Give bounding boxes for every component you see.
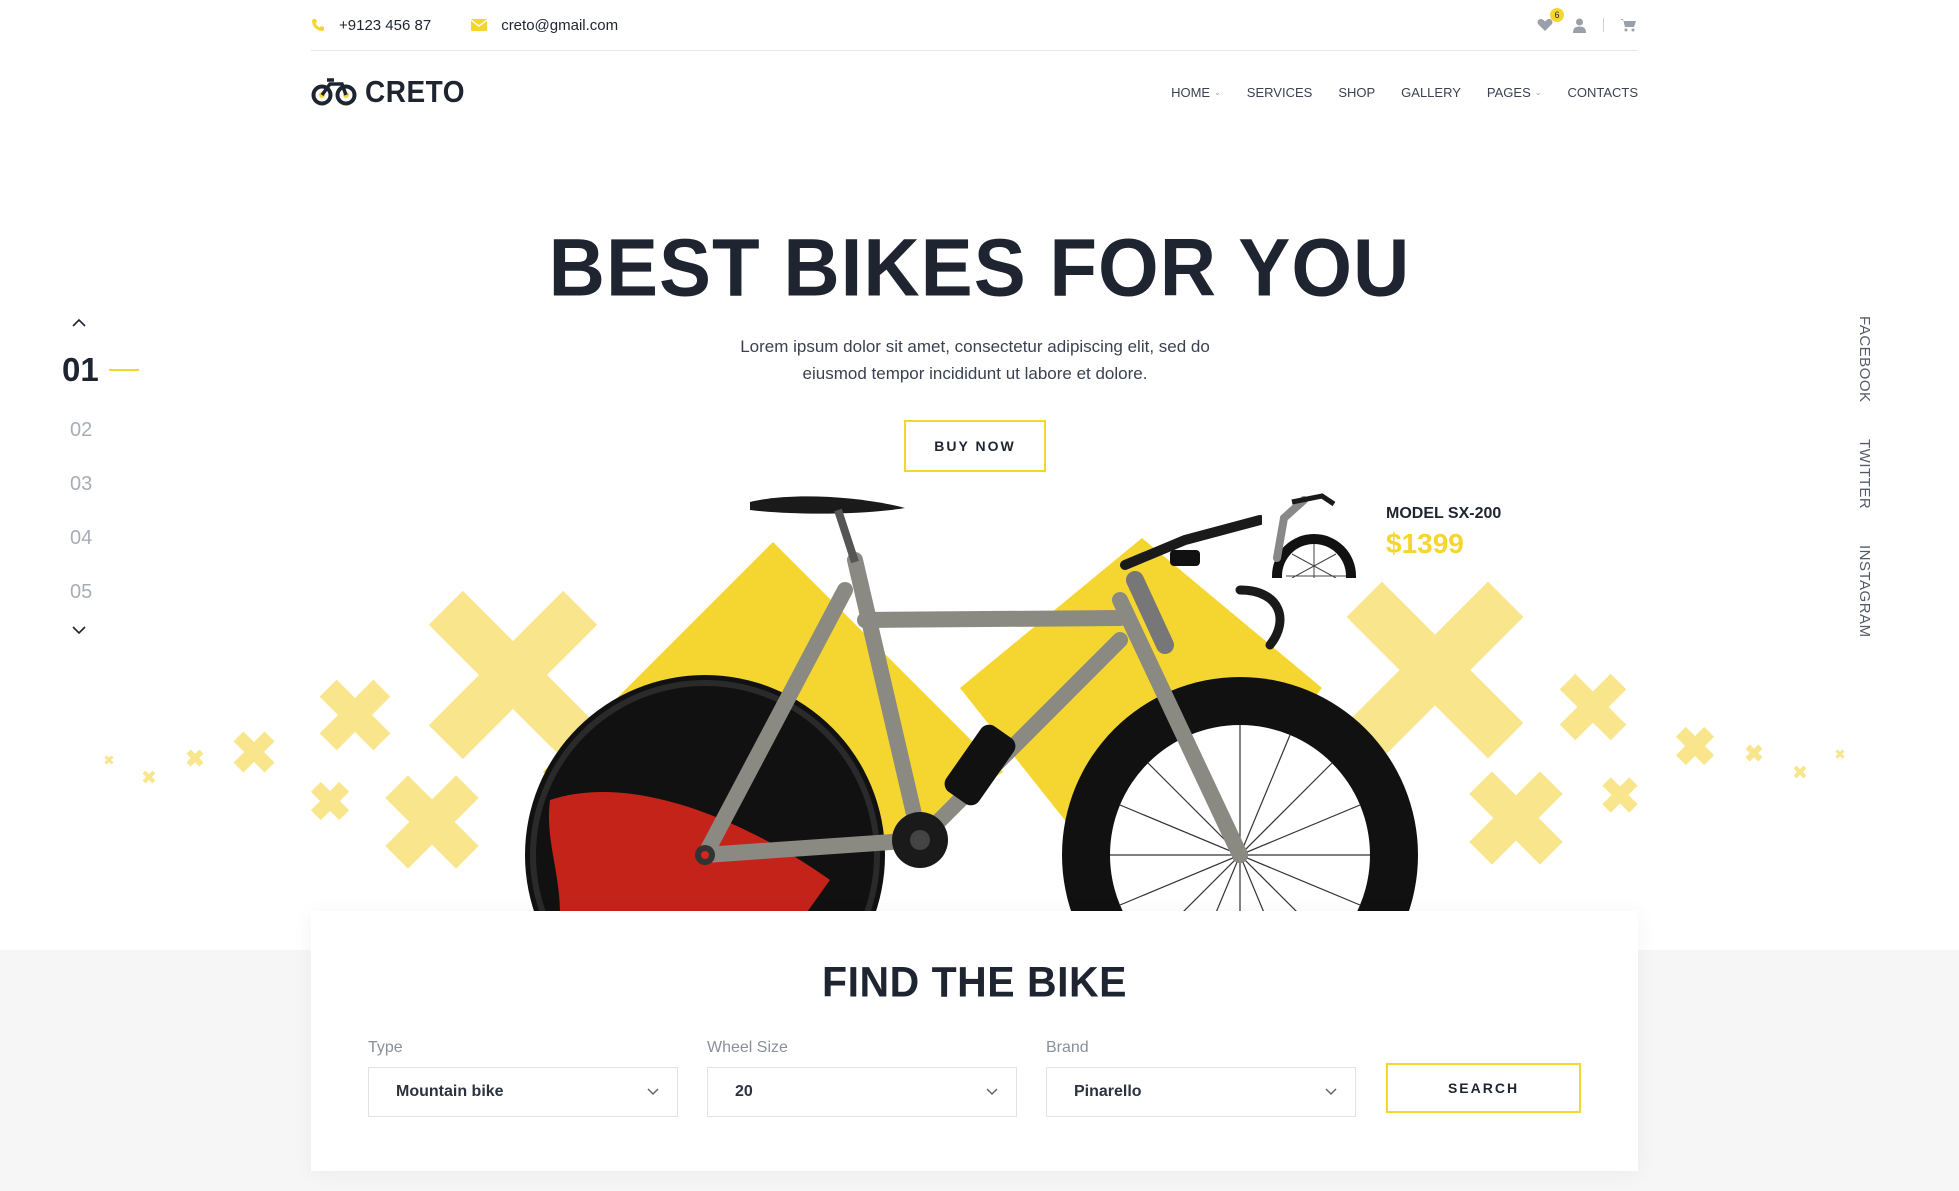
nav-home[interactable]: HOME ⌄: [1171, 85, 1221, 100]
brand-field: Brand Pinarello: [1046, 1039, 1356, 1117]
main-nav: HOME ⌄ SERVICES SHOP GALLERY PAGES ⌄ CON…: [1171, 85, 1638, 100]
chevron-down-icon: [1325, 1088, 1337, 1096]
brand-select[interactable]: Pinarello: [1046, 1067, 1356, 1117]
nav-label: PAGES: [1486, 84, 1531, 100]
wheel-size-value: 20: [735, 1083, 753, 1100]
user-icon: [1572, 18, 1586, 33]
email-address: creto@gmail.com: [501, 16, 619, 34]
wishlist-count-badge: 6: [1550, 8, 1564, 22]
chevron-down-icon: ⌄: [1214, 87, 1221, 97]
divider: [1603, 18, 1604, 32]
cart-icon: [1620, 19, 1636, 32]
type-value: Mountain bike: [396, 1083, 504, 1100]
model-card[interactable]: MODEL SX-200 $1399: [1262, 488, 1560, 578]
top-bar: +9123 456 87 creto@gmail.com 6: [311, 0, 1638, 51]
slide-number[interactable]: 02: [70, 419, 150, 442]
search-button[interactable]: SEARCH: [1386, 1063, 1581, 1113]
facebook-link[interactable]: FACEBOOK: [1856, 316, 1873, 403]
hero-title: BEST BIKES FOR YOU: [548, 220, 1411, 314]
nav-gallery[interactable]: GALLERY: [1401, 85, 1461, 100]
type-field: Type Mountain bike: [368, 1039, 678, 1117]
chevron-up-icon[interactable]: [69, 313, 89, 333]
model-name: MODEL SX-200: [1386, 505, 1502, 522]
nav-label: CONTACTS: [1567, 84, 1638, 100]
nav-services[interactable]: SERVICES: [1247, 85, 1313, 100]
main-header: CRETO HOME ⌄ SERVICES SHOP GALLERY PAGES…: [311, 72, 1638, 112]
finder-title: FIND THE BIKE: [822, 957, 1127, 1007]
page: +9123 456 87 creto@gmail.com 6 CRETO HOM…: [0, 0, 1959, 1191]
type-label: Type: [368, 1039, 403, 1056]
wheel-size-field: Wheel Size 20: [707, 1039, 1017, 1117]
nav-label: SHOP: [1338, 84, 1376, 100]
logo[interactable]: CRETO: [311, 74, 465, 109]
type-select[interactable]: Mountain bike: [368, 1067, 678, 1117]
hero-illustration: [104, 496, 1845, 915]
hero-description: Lorem ipsum dolor sit amet, consectetur …: [740, 337, 1210, 383]
bike-finder: FIND THE BIKE Type Mountain bike Wheel S…: [311, 911, 1638, 1171]
account-button[interactable]: [1569, 16, 1589, 34]
brand-value: Pinarello: [1074, 1083, 1142, 1100]
bicycle-logo-icon: [311, 78, 357, 106]
chevron-down-icon: [647, 1088, 659, 1096]
logo-text: CRETO: [365, 74, 465, 109]
chevron-down-icon: [986, 1088, 998, 1096]
model-price: $1399: [1386, 528, 1464, 559]
top-icons: 6: [1535, 8, 1638, 34]
slide-number-active[interactable]: 01: [62, 351, 150, 389]
nav-contacts[interactable]: CONTACTS: [1567, 85, 1638, 100]
cart-button[interactable]: [1618, 16, 1638, 34]
wishlist-button[interactable]: 6: [1535, 8, 1564, 34]
slide-number: 01: [62, 351, 99, 388]
wheel-size-label: Wheel Size: [707, 1039, 788, 1056]
bike-thumbnail: [1272, 493, 1356, 578]
email-contact[interactable]: creto@gmail.com: [471, 17, 618, 34]
envelope-icon: [471, 19, 488, 31]
phone-number: +9123 456 87: [339, 16, 432, 34]
chevron-down-icon: ⌄: [1534, 87, 1542, 97]
nav-shop[interactable]: SHOP: [1338, 85, 1375, 100]
heart-icon: [1537, 19, 1553, 31]
brand-label: Brand: [1046, 1039, 1089, 1056]
phone-contact[interactable]: +9123 456 87: [311, 17, 431, 34]
decorative-cross-pattern: [104, 581, 1845, 869]
phone-icon: [312, 19, 324, 31]
nav-label: SERVICES: [1246, 84, 1313, 100]
nav-pages[interactable]: PAGES ⌄: [1487, 85, 1542, 100]
nav-label: GALLERY: [1401, 84, 1461, 100]
active-indicator-line: [108, 369, 139, 371]
nav-label: HOME: [1171, 84, 1211, 100]
buy-now-button[interactable]: BUY NOW: [904, 420, 1046, 472]
wheel-size-select[interactable]: 20: [707, 1067, 1017, 1117]
